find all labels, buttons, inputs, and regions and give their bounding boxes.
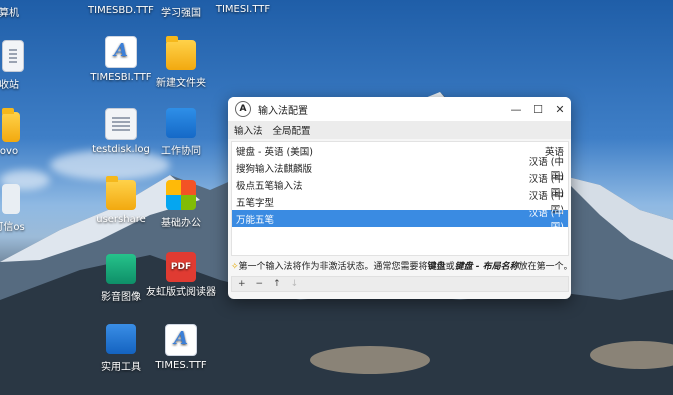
media-icon xyxy=(106,254,136,284)
desktop-icon-label: 可信os xyxy=(0,222,25,233)
desktop-icon-label: 工作协同 xyxy=(161,146,201,157)
font-file-icon: A xyxy=(165,324,197,356)
move-up-button[interactable]: ↑ xyxy=(273,279,281,289)
desktop-icon-office[interactable]: 基础办公 xyxy=(146,180,216,229)
desktop-icon-pdf-reader[interactable]: PDF 友虹版式阅读器 xyxy=(146,252,216,300)
desktop-icon-lenovo[interactable]: ovo xyxy=(0,108,44,157)
document-icon xyxy=(105,108,137,140)
method-name: 极点五笔输入法 xyxy=(236,180,303,192)
desktop-icon-label: 学习强国 xyxy=(161,8,201,19)
hint-part: 第一个输入法将作为非激活状态。通常您需要将 xyxy=(238,262,428,272)
tab-input-method[interactable]: 输入法 xyxy=(234,123,263,137)
desktop-icon-label: 基础办公 xyxy=(161,218,201,229)
close-icon[interactable]: ✕ xyxy=(549,103,571,116)
tab-global-config[interactable]: 全局配置 xyxy=(273,123,311,137)
font-file-icon: A xyxy=(105,36,137,68)
desktop-icon-times[interactable]: A TIMES.TTF xyxy=(146,324,216,371)
input-method-list: 键盘 - 英语 (美国) 英语 搜狗输入法麒麟版 汉语 (中国) 极点五笔输入法… xyxy=(231,141,569,256)
desktop-icon-collaboration[interactable]: 工作协同 xyxy=(146,108,216,157)
app-icon xyxy=(2,184,20,214)
hint-text: ✧第一个输入法将作为非激活状态。通常您需要将键盘或键盘 - 布局名称放在第一个。 xyxy=(228,256,571,272)
tools-icon xyxy=(106,324,136,354)
add-button[interactable]: + xyxy=(238,279,246,289)
method-name: 键盘 - 英语 (美国) xyxy=(236,146,313,158)
desktop-icon-label: TIMESI.TTF xyxy=(215,4,271,15)
method-name: 搜狗输入法麒麟版 xyxy=(236,163,313,175)
desktop-icon-xuexiqiangguo[interactable]: 学习强国 xyxy=(146,4,216,19)
tab-bar: 输入法 全局配置 xyxy=(228,121,571,139)
app-icon xyxy=(2,108,20,142)
desktop-icon-label: TIMES.TTF xyxy=(155,360,207,371)
desktop-icon-trusted-os[interactable]: 可信os xyxy=(0,184,44,233)
hint-keyword: 键盘 xyxy=(427,262,446,272)
desktop-icon-label: 收站 xyxy=(0,80,19,91)
folder-icon xyxy=(106,176,136,210)
desktop-icon-timesi[interactable]: TIMESI.TTF xyxy=(208,4,278,15)
list-item-selected[interactable]: 万能五笔 汉语 (中国) xyxy=(232,208,568,233)
desktop-icon-new-folder[interactable]: 新建文件夹 xyxy=(146,36,216,89)
window-title: 输入法配置 xyxy=(258,105,308,117)
desktop-icon-label: ovo xyxy=(0,146,19,157)
desktop-icon-label: 算机 xyxy=(0,8,19,19)
team-icon xyxy=(166,108,196,138)
pdf-reader-icon: PDF xyxy=(166,252,196,282)
desktop-icon-trash[interactable]: 收站 xyxy=(0,40,44,91)
method-language: 汉语 (中国) xyxy=(528,207,564,233)
keyboard-app-icon: A xyxy=(235,101,251,117)
hint-part: 或 xyxy=(445,262,455,272)
office-icon xyxy=(166,180,196,210)
hint-part: 放在第一个。 xyxy=(518,262,571,272)
method-name: 五笔字型 xyxy=(236,197,275,209)
maximize-icon[interactable]: ☐ xyxy=(527,103,549,116)
desktop-icon-computer[interactable]: 算机 xyxy=(0,4,44,19)
title-bar[interactable]: A 输入法配置 — ☐ ✕ xyxy=(228,97,571,121)
input-method-config-window: A 输入法配置 — ☐ ✕ 输入法 全局配置 键盘 - 英语 (美国) 英语 搜… xyxy=(228,97,571,299)
hint-keyword: 键盘 - 布局名称 xyxy=(454,262,519,272)
desktop-icon-label: 新建文件夹 xyxy=(156,78,206,89)
folder-icon xyxy=(166,36,196,70)
lightbulb-icon: ✧ xyxy=(231,262,239,272)
minimize-icon[interactable]: — xyxy=(505,103,527,116)
desktop-icon-label: 友虹版式阅读器 xyxy=(146,287,216,298)
move-down-button[interactable]: ↓ xyxy=(291,279,299,289)
remove-button[interactable]: − xyxy=(256,279,264,289)
method-name: 万能五笔 xyxy=(236,214,275,226)
list-toolbar: + − ↑ ↓ xyxy=(231,276,569,292)
trash-icon xyxy=(2,40,24,72)
